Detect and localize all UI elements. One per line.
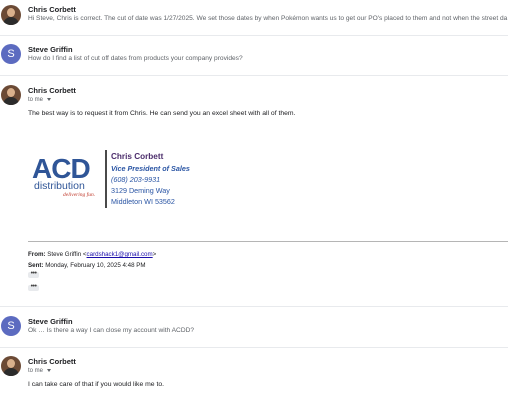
message-snippet[interactable]: Ok … Is there a way I can close my accou… [28, 327, 498, 334]
avatar[interactable]: S [1, 316, 21, 336]
quoted-sent-line: Sent: Monday, February 10, 2025 4:48 PM [28, 262, 146, 269]
avatar[interactable] [1, 5, 21, 25]
message-body: I can take care of that if you would lik… [28, 381, 165, 388]
from-close: > [152, 251, 157, 258]
avatar[interactable] [1, 85, 21, 105]
logo-sub-text: distribution [34, 180, 85, 192]
sent-value: Monday, February 10, 2025 4:48 PM [45, 262, 146, 269]
sent-label: Sent: [28, 262, 44, 269]
company-logo: ACD distribution delivering fun. [30, 152, 105, 202]
divider [0, 75, 508, 76]
quoted-from-line: From: Steve Griffin <cardshack1@gmail.co… [28, 251, 156, 258]
ellipsis-icon[interactable]: ••• [28, 283, 39, 291]
quote-separator [28, 241, 508, 242]
sender-name: Chris Corbett [28, 5, 76, 14]
message-snippet[interactable]: Hi Steve, Chris is correct. The cut of d… [28, 15, 508, 22]
caret-down-icon [47, 368, 52, 372]
signature-address-line2: Middleton WI 53562 [111, 197, 175, 206]
sender-name: Steve Griffin [28, 45, 73, 54]
signature-title: Vice President of Sales [111, 164, 190, 173]
signature-name: Chris Corbett [111, 152, 164, 161]
sender-name: Steve Griffin [28, 317, 73, 326]
signature-divider [105, 150, 107, 208]
recipient-dropdown[interactable]: to me [28, 97, 52, 103]
ellipsis-icon[interactable]: ••• [28, 270, 39, 278]
divider [0, 306, 508, 307]
caret-down-icon [47, 97, 52, 101]
recipient-label: to me [28, 97, 44, 103]
signature-phone: (608) 203-9931 [111, 175, 161, 184]
divider [0, 347, 508, 348]
recipient-label: to me [28, 368, 44, 374]
divider [0, 35, 508, 36]
from-name: Steve Griffin < [47, 251, 87, 258]
acd-logo-icon: ACD distribution delivering fun. [32, 153, 95, 198]
avatar[interactable] [1, 356, 21, 376]
from-email-link[interactable]: cardshack1@gmail.com [87, 251, 153, 258]
logo-tagline-text: delivering fun. [63, 191, 95, 198]
sender-name: Chris Corbett [28, 357, 76, 366]
avatar[interactable]: S [1, 44, 21, 64]
message-snippet[interactable]: How do I find a list of cut off dates fr… [28, 55, 498, 62]
sender-name: Chris Corbett [28, 86, 76, 95]
recipient-dropdown[interactable]: to me [28, 368, 52, 374]
from-label: From: [28, 251, 46, 258]
message-body: The best way is to request it from Chris… [28, 110, 296, 117]
signature-address-line1: 3129 Deming Way [111, 186, 170, 195]
